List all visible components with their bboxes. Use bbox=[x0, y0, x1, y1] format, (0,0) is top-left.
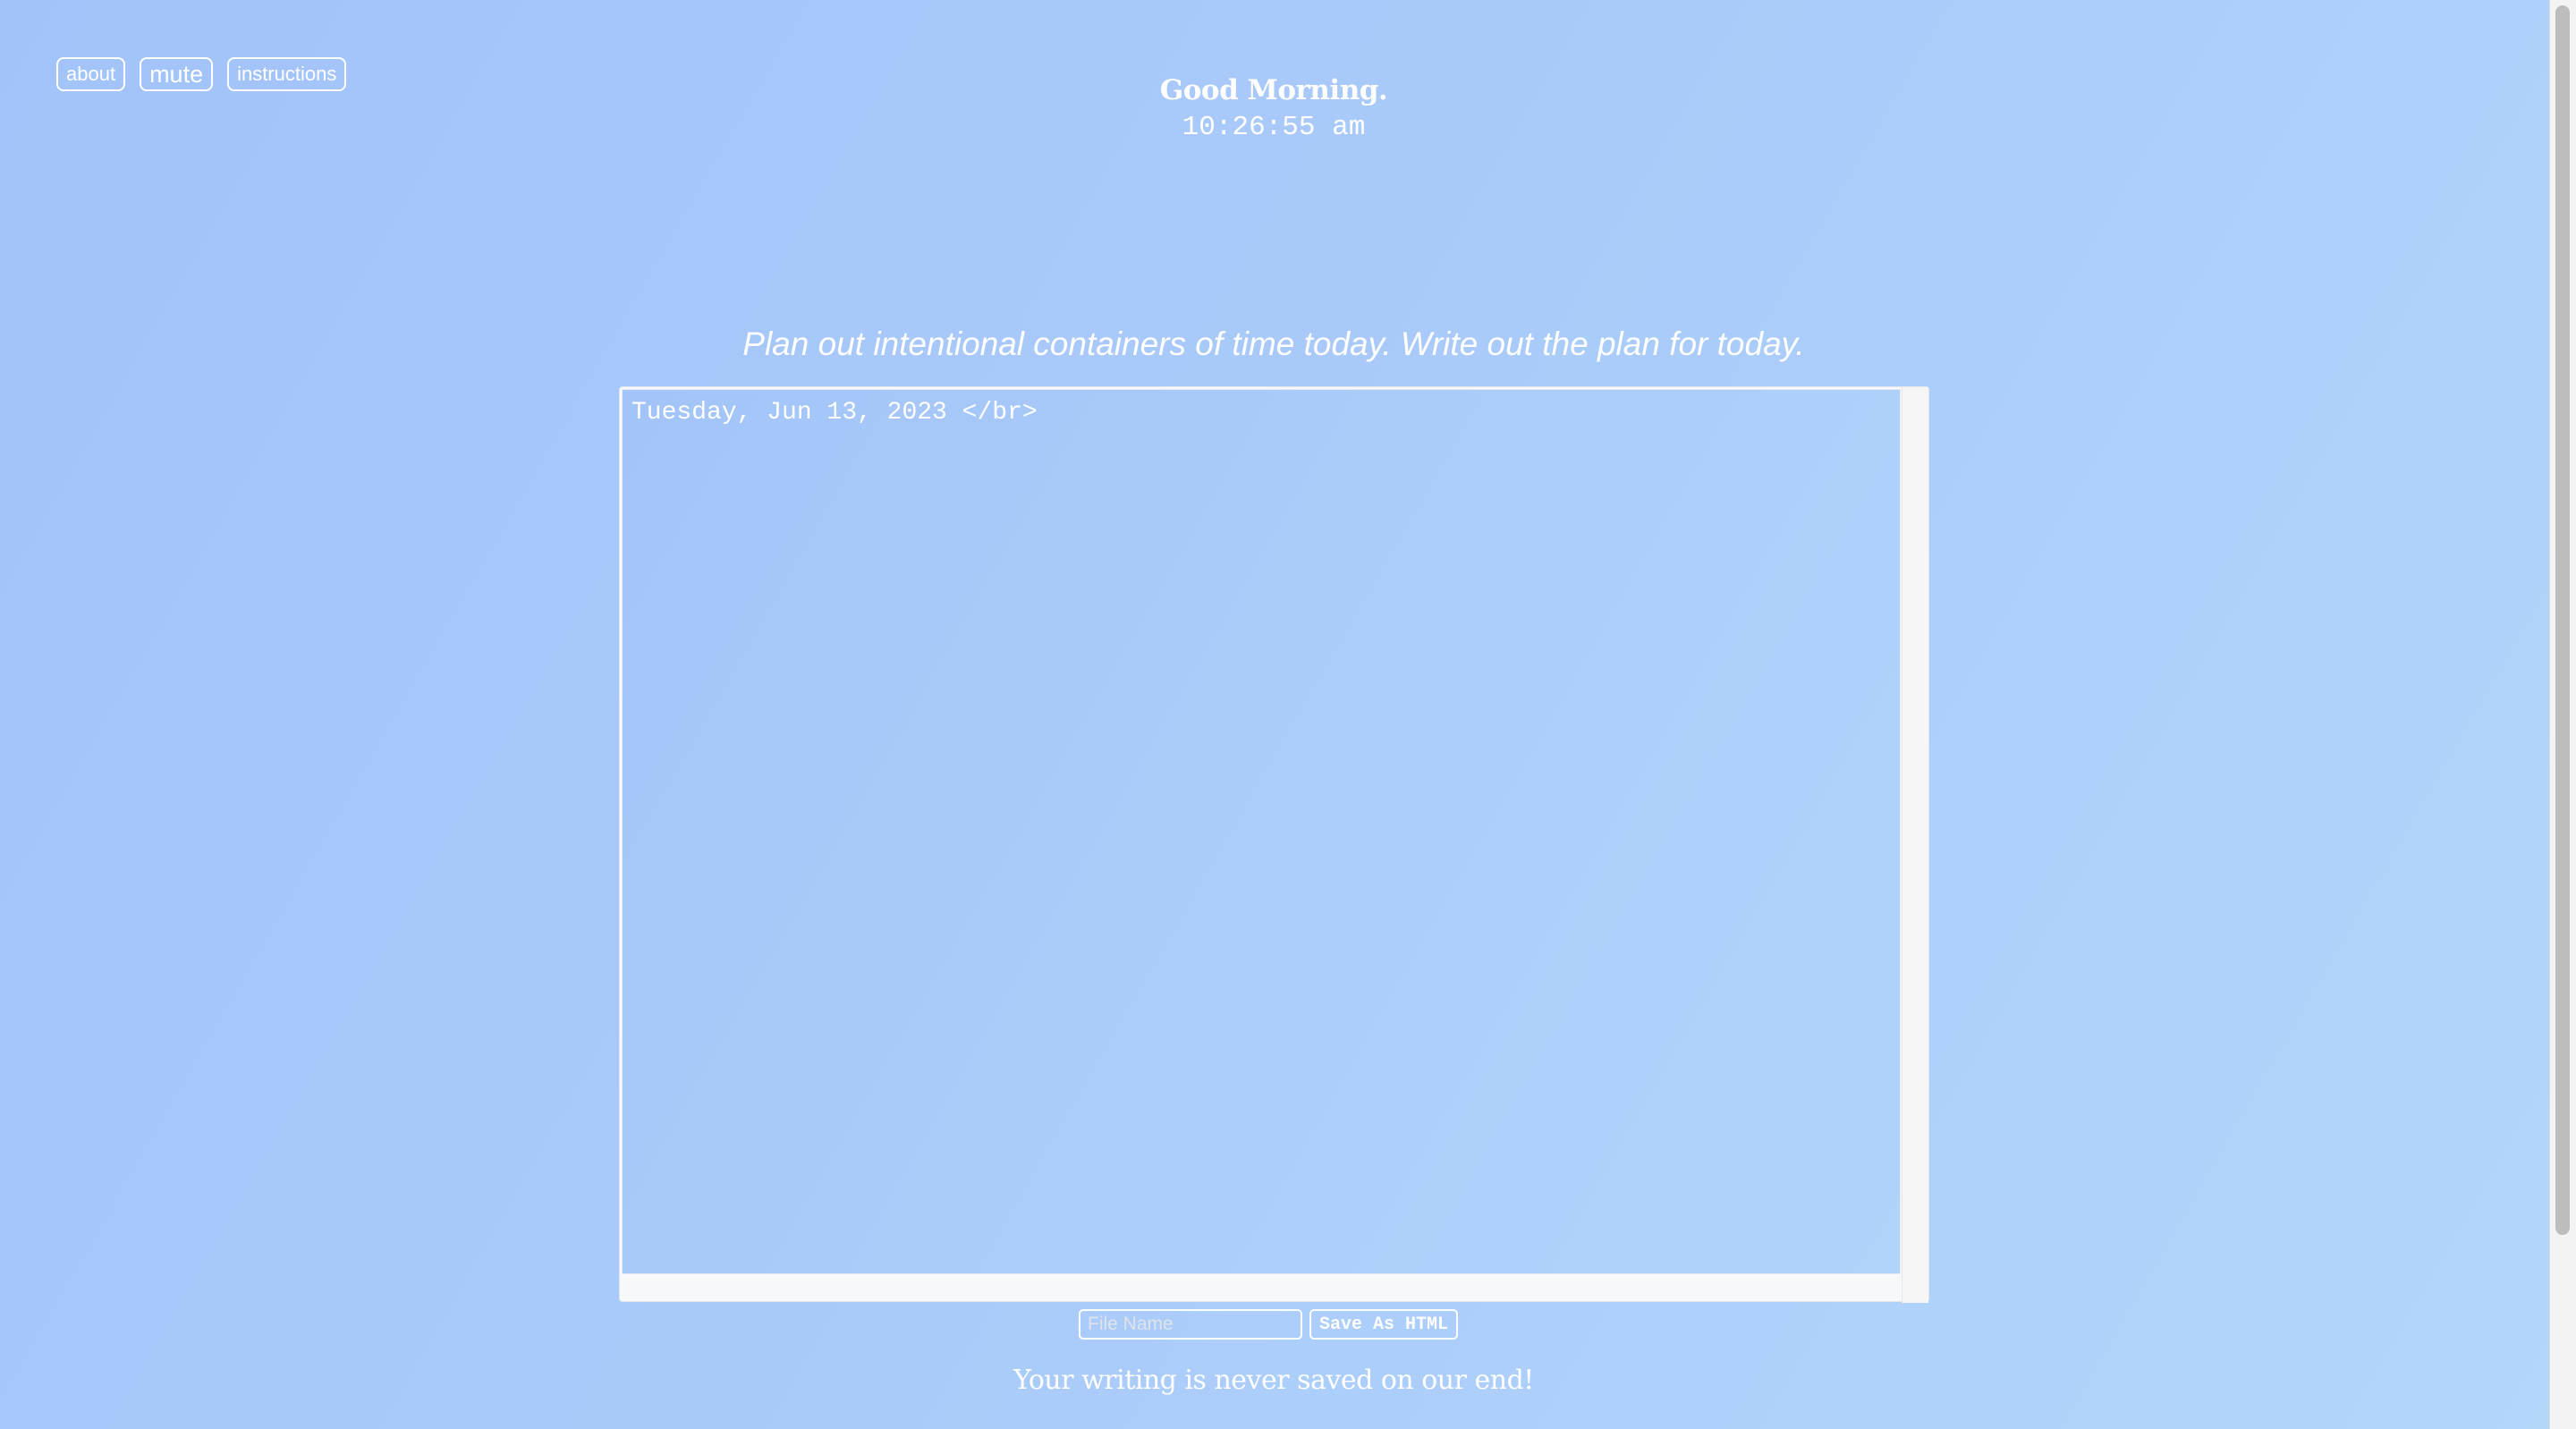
save-as-html-button[interactable]: Save As HTML bbox=[1309, 1309, 1459, 1340]
save-bar: Save As HTML bbox=[1079, 1309, 1459, 1340]
greeting-heading: Good Morning. bbox=[1159, 74, 1388, 106]
clock-time: 10:26:55 am bbox=[1182, 112, 1366, 143]
page-scrollbar[interactable] bbox=[2549, 0, 2576, 1429]
page-scrollbar-thumb[interactable] bbox=[2555, 5, 2570, 1235]
privacy-note: Your writing is never saved on our end! bbox=[1013, 1365, 1534, 1396]
journal-textarea[interactable]: Tuesday, Jun 13, 2023 </br> bbox=[622, 389, 1901, 1274]
file-name-input[interactable] bbox=[1079, 1309, 1302, 1340]
editor-container: Tuesday, Jun 13, 2023 </br> bbox=[619, 386, 1929, 1303]
editor-scrollbar[interactable] bbox=[1902, 387, 1928, 1303]
writing-prompt: Plan out intentional containers of time … bbox=[742, 326, 1805, 362]
